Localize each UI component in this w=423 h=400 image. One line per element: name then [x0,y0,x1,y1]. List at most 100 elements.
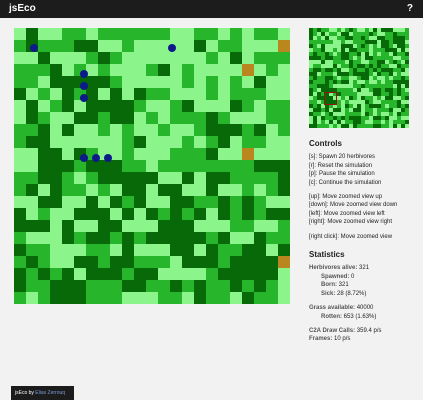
grass-tile [278,244,290,256]
grass-tile [14,160,26,172]
grass-tile [26,28,38,40]
grass-tile [206,256,218,268]
grass-tile [26,64,38,76]
grass-tile [38,196,50,208]
grass-tile [206,172,218,184]
minimap[interactable] [309,28,409,128]
grass-tile [134,52,146,64]
grass-tile [194,40,206,52]
grass-tile [182,136,194,148]
grass-tile [230,64,242,76]
author-link[interactable]: Elias Zerrouq [35,390,65,396]
stat-label: Frames: [309,336,333,343]
grass-tile [98,76,110,88]
stat-label: Sick: [321,290,336,297]
stat-sick: Sick: 28 (8.72%) [309,290,421,298]
grass-tile [266,268,278,280]
grass-tile [182,244,194,256]
grass-tile [278,100,290,112]
grass-tile [98,52,110,64]
grass-tile [98,124,110,136]
grass-tile [74,196,86,208]
grass-tile [26,88,38,100]
grass-tile [110,160,122,172]
grass-tile [62,292,74,304]
control-line: [c]: Continue the simulation [309,179,382,186]
grass-tile [242,124,254,136]
grass-tile [242,88,254,100]
grass-tile [266,52,278,64]
grass-tile [182,184,194,196]
grass-tile [182,196,194,208]
grass-tile [86,196,98,208]
grass-tile [134,160,146,172]
grass-tile [134,100,146,112]
rotten-tile [242,148,254,160]
grass-tile [266,76,278,88]
grass-tile [218,220,230,232]
grass-tile [158,196,170,208]
stat-herbivores-alive: Herbivores alive: 321 [309,264,421,272]
grass-tile [206,100,218,112]
help-button[interactable]: ? [407,3,413,14]
grass-tile [254,64,266,76]
control-line: [p]: Pause the simulation [309,171,375,178]
grass-tile [14,196,26,208]
grass-tile [266,172,278,184]
grass-tile [146,76,158,88]
grass-tile [194,244,206,256]
grass-tile [194,184,206,196]
grass-tile [206,112,218,124]
grass-tile [170,112,182,124]
grass-tile [158,64,170,76]
grass-tile [50,148,62,160]
grass-tile [26,292,38,304]
grass-tile [266,88,278,100]
grass-tile [206,52,218,64]
grass-tile [50,28,62,40]
grass-tile [266,196,278,208]
stat-grass: Grass available: 40000 [309,304,421,312]
grass-tile [242,292,254,304]
grass-tile [74,256,86,268]
grass-tile [266,292,278,304]
grass-tile [98,112,110,124]
grass-tile [98,244,110,256]
grass-tile [254,40,266,52]
grass-tile [170,280,182,292]
grass-tile [50,76,62,88]
grass-tile [110,268,122,280]
grass-tile [74,232,86,244]
stat-rotten: Rotten: 653 (1.63%) [309,313,421,321]
grass-tile [266,256,278,268]
grass-tile [182,220,194,232]
grass-tile [122,100,134,112]
grass-tile [62,40,74,52]
grass-tile [278,124,290,136]
grass-tile [254,52,266,64]
grass-tile [194,124,206,136]
grass-tile [86,172,98,184]
grass-tile [98,172,110,184]
grass-tile [134,220,146,232]
footer-credit: jsEco by Elias Zerrouq [11,386,74,400]
grass-tile [74,52,86,64]
simulation-canvas[interactable] [14,28,290,304]
stat-value: 653 (1.63%) [343,313,377,320]
grass-tile [278,220,290,232]
minimap-view-indicator[interactable] [324,92,337,105]
grass-tile [50,88,62,100]
grass-tile [38,160,50,172]
grass-tile [218,40,230,52]
grass-tile [218,64,230,76]
stat-value: 40000 [356,305,374,312]
grass-tile [158,76,170,88]
grass-tile [254,76,266,88]
grass-tile [158,172,170,184]
grass-tile [62,148,74,160]
grass-tile [170,52,182,64]
grass-tile [242,52,254,64]
grass-tile [230,256,242,268]
grass-tile [110,112,122,124]
grass-tile [254,244,266,256]
